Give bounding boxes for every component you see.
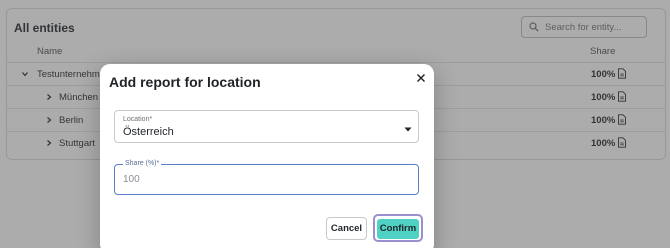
- add-report-dialog: Add report for location Location* Österr…: [100, 64, 434, 248]
- close-icon[interactable]: [416, 73, 426, 83]
- location-value: Österreich: [123, 126, 174, 138]
- confirm-button[interactable]: Confirm: [377, 218, 419, 239]
- share-label: Share (%)*: [123, 160, 162, 167]
- location-label: Location*: [123, 116, 153, 123]
- cancel-button[interactable]: Cancel: [326, 217, 367, 240]
- caret-down-icon[interactable]: [404, 127, 412, 132]
- confirm-focus-ring: Confirm: [373, 214, 423, 242]
- dialog-title: Add report for location: [109, 74, 261, 90]
- share-input[interactable]: [123, 174, 403, 185]
- location-select[interactable]: Location* Österreich: [114, 110, 419, 143]
- share-field[interactable]: Share (%)*: [114, 160, 419, 195]
